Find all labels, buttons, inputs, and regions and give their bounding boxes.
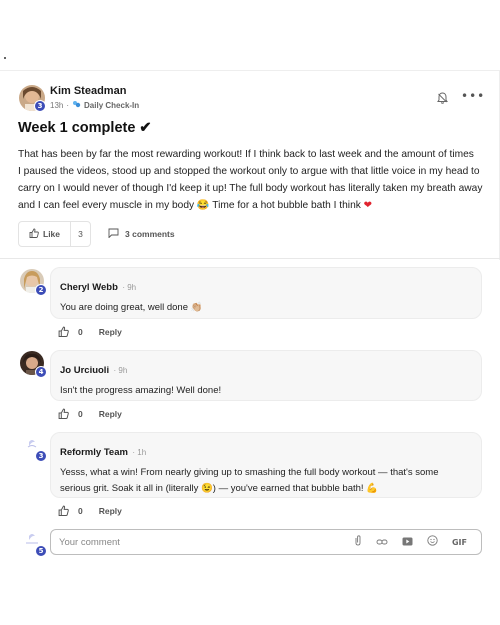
post-body-line: That has been by far the most rewarding … bbox=[18, 149, 474, 160]
emoji-icon[interactable] bbox=[427, 533, 438, 551]
comment-header: Reformly Team · 1h bbox=[60, 442, 472, 460]
video-icon[interactable] bbox=[402, 533, 413, 551]
like-label: Like bbox=[43, 229, 61, 239]
comment-input-placeholder: Your comment bbox=[59, 536, 120, 548]
heart-emoji: ❤ bbox=[363, 200, 373, 211]
reply-button[interactable]: Reply bbox=[99, 327, 122, 337]
link-icon[interactable] bbox=[376, 533, 388, 551]
like-button[interactable]: Like bbox=[19, 222, 71, 246]
comment-avatar[interactable]: 3 bbox=[20, 435, 47, 462]
composer-avatar-badge: 5 bbox=[35, 545, 47, 557]
comment-icon bbox=[108, 228, 119, 240]
comment-author[interactable]: Cheryl Webb bbox=[60, 282, 118, 293]
post-body: That has been by far the most rewarding … bbox=[18, 146, 484, 214]
comment-time: · 9h bbox=[122, 283, 137, 292]
meta-separator: · bbox=[66, 100, 70, 110]
post-author-badge: 3 bbox=[34, 100, 46, 112]
section-divider bbox=[0, 258, 500, 259]
attach-icon[interactable] bbox=[354, 533, 362, 551]
thumbs-up-icon bbox=[29, 228, 39, 240]
like-count[interactable]: 3 bbox=[71, 229, 90, 239]
post-author-name[interactable]: Kim Steadman bbox=[50, 85, 126, 97]
post-time: 13h bbox=[50, 100, 64, 110]
more-icon[interactable]: ••• bbox=[461, 90, 485, 102]
thumbs-up-icon[interactable] bbox=[58, 408, 69, 419]
post-body-line: and I can feel every muscle in my body 😂… bbox=[18, 197, 484, 214]
comment-avatar[interactable]: 2 bbox=[20, 269, 47, 296]
composer-avatar: 5 bbox=[20, 530, 47, 557]
comment-text-line: Yesss, what a win! From nearly giving up… bbox=[60, 467, 439, 478]
comments-button[interactable]: 3 comments bbox=[108, 228, 175, 240]
composer-tools: GIF bbox=[354, 533, 481, 551]
post-category[interactable]: Daily Check-In bbox=[84, 101, 139, 110]
reply-button[interactable]: Reply bbox=[99, 506, 122, 516]
thumbs-up-icon[interactable] bbox=[58, 326, 69, 337]
comment-text: Isn't the progress amazing! Well done! bbox=[60, 385, 222, 396]
post-author-avatar[interactable]: 3 bbox=[19, 85, 46, 112]
check-in-icon bbox=[72, 100, 81, 110]
comment-header: Cheryl Webb · 9h bbox=[60, 277, 472, 295]
comment-avatar-badge: 3 bbox=[35, 450, 47, 462]
post-body-line: I paused the videos, stood up and stoppe… bbox=[18, 166, 480, 177]
comment-bubble: Jo Urciuoli · 9h Isn't the progress amaz… bbox=[50, 350, 482, 401]
post-meta: 13h · Daily Check-In bbox=[50, 100, 139, 110]
comment-actions: 0 Reply bbox=[58, 505, 122, 516]
comment-bubble: Cheryl Webb · 9h You are doing great, we… bbox=[50, 267, 482, 319]
card-top-border bbox=[0, 70, 500, 71]
comment-actions: 0 Reply bbox=[58, 326, 122, 337]
comment-text: You are doing great, well done 👏🏼 bbox=[60, 302, 203, 313]
comments-label: 3 comments bbox=[125, 229, 175, 239]
comment-like-count: 0 bbox=[78, 326, 83, 337]
post-body-text: and I can feel every muscle in my body 😂… bbox=[18, 200, 364, 211]
like-box: Like 3 bbox=[18, 221, 91, 247]
comment-avatar-badge: 2 bbox=[35, 284, 47, 296]
comment-time: · 9h bbox=[113, 366, 128, 375]
comment-text: Yesss, what a win! From nearly giving up… bbox=[60, 465, 472, 497]
comment-input[interactable]: Your comment GIF bbox=[50, 529, 482, 555]
comment-header: Jo Urciuoli · 9h bbox=[60, 360, 472, 378]
gif-icon[interactable]: GIF bbox=[452, 538, 467, 547]
comment-like-count: 0 bbox=[78, 408, 83, 419]
reply-button[interactable]: Reply bbox=[99, 409, 122, 419]
stray-dot bbox=[4, 57, 6, 59]
post-body-line: carry on I would never of though I'd kee… bbox=[18, 183, 483, 194]
comment-actions: 0 Reply bbox=[58, 408, 122, 419]
bell-icon[interactable] bbox=[437, 91, 448, 109]
comment-time: · 1h bbox=[132, 448, 147, 457]
comment-like-count: 0 bbox=[78, 505, 83, 516]
comment-avatar-badge: 4 bbox=[35, 366, 47, 378]
comment-avatar[interactable]: 4 bbox=[20, 351, 47, 378]
post-title: Week 1 complete ✔ bbox=[18, 120, 152, 136]
comment-bubble: Reformly Team · 1h Yesss, what a win! Fr… bbox=[50, 432, 482, 498]
comment-author[interactable]: Jo Urciuoli bbox=[60, 365, 109, 376]
comment-author[interactable]: Reformly Team bbox=[60, 447, 128, 458]
thumbs-up-icon[interactable] bbox=[58, 505, 69, 516]
comment-text-line: serious grit. Soak it all in (literally … bbox=[60, 483, 379, 494]
